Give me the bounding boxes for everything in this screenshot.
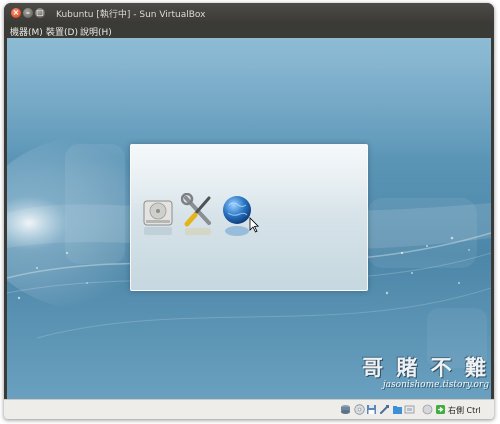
minimize-icon[interactable]: – [23, 8, 33, 18]
network-status-icon[interactable] [404, 404, 415, 415]
close-icon[interactable]: × [11, 8, 21, 18]
menu-machine[interactable]: 機器(M) [10, 25, 43, 38]
virtualbox-window: × – □ Kubuntu [執行中] - Sun VirtualBox 機器(… [4, 3, 494, 419]
usb-status-icon[interactable] [379, 404, 390, 415]
mouse-cursor-icon [249, 217, 259, 233]
tools-icon [181, 193, 211, 235]
menu-devices[interactable]: 裝置(D) [46, 25, 78, 38]
window-title: Kubuntu [執行中] - Sun VirtualBox [56, 10, 206, 20]
green-arrow-icon[interactable] [435, 404, 446, 415]
hard-disk-icon [143, 200, 173, 235]
guest-display[interactable]: 哥 賭 不 難 jasonishome.tistory.org [7, 38, 491, 399]
watermark-text: 哥 賭 不 難 [362, 355, 489, 380]
ksplash-panel [130, 144, 368, 291]
title-bar[interactable]: × – □ Kubuntu [執行中] - Sun VirtualBox [4, 3, 494, 23]
watermark-url: jasonishome.tistory.org [382, 380, 489, 390]
shared-folders-icon[interactable] [392, 404, 403, 415]
menu-bar: 機器(M) 裝置(D) 說明(H) [4, 23, 494, 38]
menu-help[interactable]: 說明(H) [80, 25, 112, 38]
seamless-icon[interactable] [422, 404, 433, 415]
host-key-label: 右側 Ctrl [448, 406, 481, 415]
hard-disk-status-icon[interactable] [340, 404, 351, 415]
floppy-status-icon[interactable] [366, 404, 377, 415]
watermark: 哥 賭 不 難 jasonishome.tistory.org [331, 352, 491, 398]
cd-status-icon[interactable] [354, 404, 365, 415]
status-bar: 右側 Ctrl [4, 399, 494, 419]
maximize-icon[interactable]: □ [35, 8, 45, 18]
